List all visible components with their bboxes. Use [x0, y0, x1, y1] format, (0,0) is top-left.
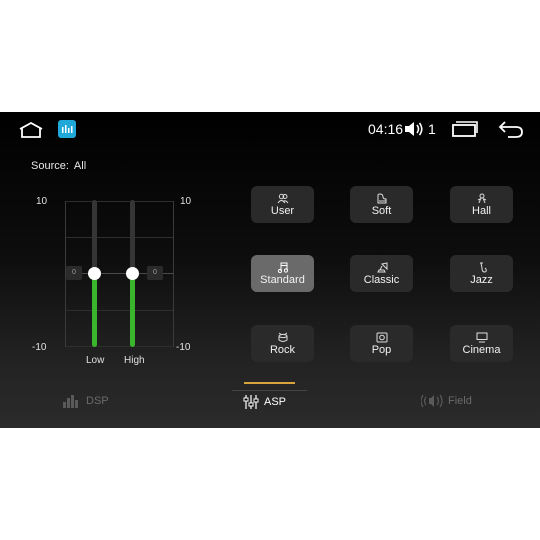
preset-label: User	[270, 204, 295, 217]
band-label-low: Low	[86, 355, 105, 366]
tab-dsp[interactable]: DSP	[63, 394, 109, 408]
volume-level: 1	[428, 121, 436, 137]
preset-soft-button[interactable]: Soft	[350, 186, 413, 223]
speaker-icon	[376, 332, 387, 342]
asp-active-indicator	[244, 382, 295, 384]
user-icon	[277, 193, 288, 203]
gramophone-icon	[376, 261, 387, 272]
home-icon[interactable]	[18, 122, 44, 138]
slider-high-knob[interactable]	[126, 267, 139, 280]
clock: 04:16	[368, 121, 404, 137]
preset-label: Jazz	[470, 273, 493, 286]
source-label: Source:	[31, 160, 69, 172]
preset-jazz-button[interactable]: Jazz	[450, 255, 513, 292]
preset-label: Standard	[260, 273, 305, 286]
back-icon[interactable]	[498, 119, 524, 139]
source-value: All	[73, 160, 87, 172]
screen: 04:16 1 Source: All 10 10 -10 -10 0 0 Low…	[0, 112, 540, 428]
preset-label: Rock	[269, 343, 296, 356]
saxophone-icon	[479, 262, 487, 273]
hall-icon	[477, 193, 486, 203]
dsp-bars-icon	[63, 395, 78, 408]
band-label-high: High	[124, 355, 145, 366]
preset-label: Soft	[371, 204, 392, 217]
tab-field-label: Field	[448, 395, 472, 407]
volume-icon[interactable]	[404, 120, 424, 138]
eq-min-left: -10	[32, 342, 47, 353]
drum-icon	[278, 332, 287, 342]
eq-max-right: 10	[180, 196, 192, 207]
slider-low-knob[interactable]	[88, 267, 101, 280]
slider-low-fill	[92, 273, 97, 347]
slider-high-fill	[130, 273, 135, 347]
preset-rock-button[interactable]: Rock	[251, 325, 314, 362]
zero-tag-right: 0	[147, 266, 163, 280]
preset-user-button[interactable]: User	[251, 186, 314, 223]
tab-asp[interactable]: ASP	[243, 394, 286, 410]
preset-hall-button[interactable]: Hall	[450, 186, 513, 223]
tab-asp-label: ASP	[264, 396, 287, 408]
eq-max-left: 10	[36, 196, 48, 207]
preset-label: Pop	[371, 343, 392, 356]
preset-label: Cinema	[462, 343, 501, 356]
eq-min-right: -10	[176, 342, 191, 353]
preset-pop-button[interactable]: Pop	[350, 325, 413, 362]
preset-standard-button[interactable]: Standard	[251, 255, 314, 292]
recent-apps-icon[interactable]	[452, 121, 478, 137]
preset-cinema-button[interactable]: Cinema	[450, 325, 513, 362]
music-note-icon	[277, 262, 288, 273]
asp-sliders-icon	[243, 395, 259, 409]
preset-classic-button[interactable]: Classic	[350, 255, 413, 292]
screen-icon	[476, 332, 487, 342]
piano-icon	[377, 192, 386, 203]
preset-label: Classic	[363, 273, 400, 286]
source-indicator: Source: All	[31, 160, 91, 172]
tab-dsp-label: DSP	[86, 395, 109, 407]
equalizer-app-icon[interactable]	[58, 120, 76, 138]
preset-label: Hall	[472, 204, 491, 217]
field-surround-icon	[421, 394, 443, 408]
tab-field[interactable]: Field	[421, 394, 472, 408]
zero-tag-left: 0	[66, 266, 82, 280]
